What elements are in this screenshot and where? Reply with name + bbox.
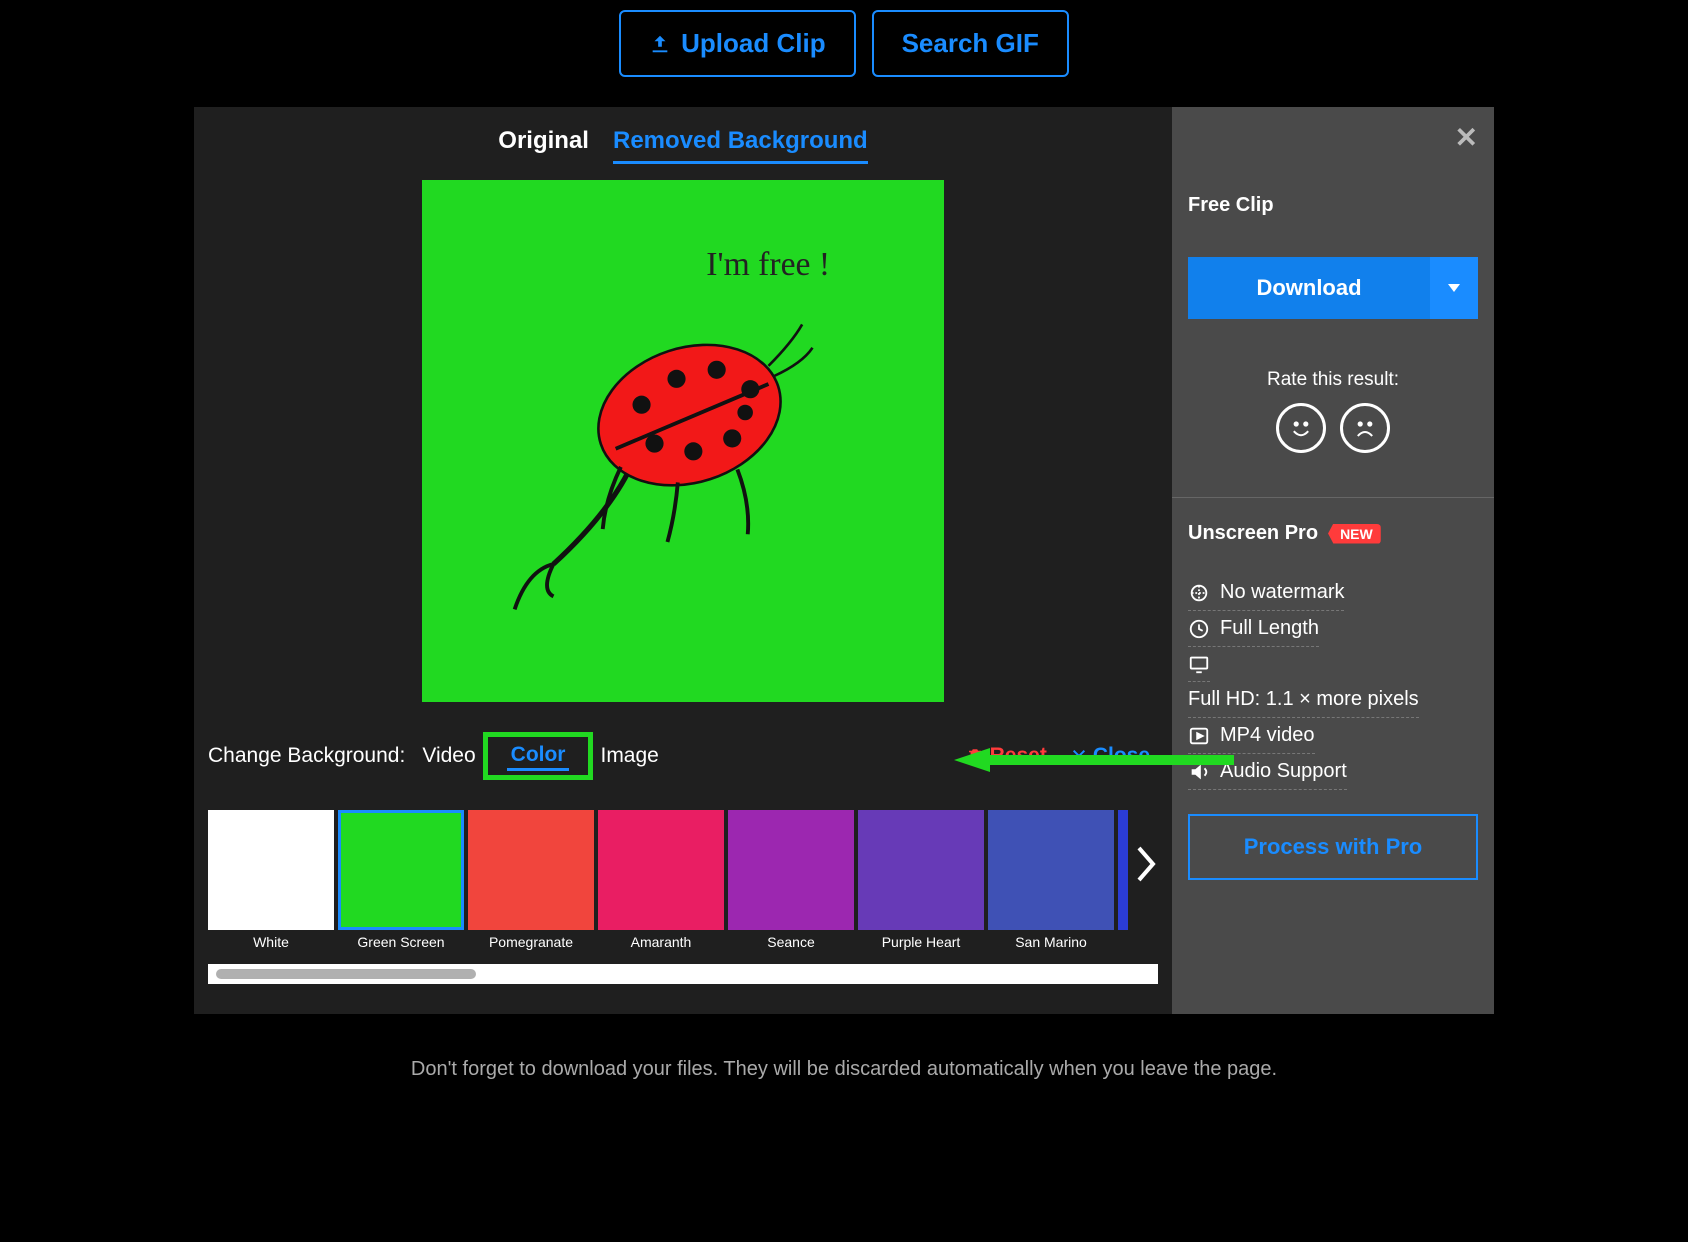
close-button[interactable]: Close [1071, 744, 1150, 768]
close-icon [1071, 748, 1087, 764]
reset-button[interactable]: Reset [966, 744, 1047, 768]
swatch-amaranth[interactable]: Amaranth [598, 810, 724, 950]
swatch-green-screen[interactable]: Green Screen [338, 810, 464, 950]
change-background-label: Change Background: [208, 744, 405, 768]
swatch-san-marino[interactable]: San Marino [988, 810, 1114, 950]
color-swatch-list: White Green Screen Pomegranate Amaranth … [208, 810, 1158, 950]
swatch-white[interactable]: White [208, 810, 334, 950]
ladybug-illustration: I'm free ! [424, 182, 942, 700]
download-dropdown[interactable] [1430, 257, 1478, 319]
swatch-next-partial [1118, 810, 1128, 950]
upload-clip-label: Upload Clip [681, 28, 825, 59]
swatch-scroll-right[interactable] [1132, 844, 1158, 895]
rate-label: Rate this result: [1188, 369, 1478, 391]
tab-removed-background[interactable]: Removed Background [613, 127, 868, 164]
trash-icon [966, 747, 984, 765]
upload-icon [649, 33, 671, 55]
feature-full-length: Full Length [1188, 611, 1319, 647]
bg-tab-image[interactable]: Image [596, 742, 662, 770]
preview-caption: I'm free ! [706, 246, 830, 283]
search-gif-button[interactable]: Search GIF [872, 10, 1069, 77]
scrollbar-thumb[interactable] [216, 969, 476, 979]
process-with-pro-button[interactable]: Process with Pro [1188, 814, 1478, 880]
clock-icon [1188, 618, 1210, 640]
footer-note: Don't forget to download your files. The… [0, 1058, 1688, 1081]
upload-clip-button[interactable]: Upload Clip [619, 10, 855, 77]
divider [1172, 497, 1494, 498]
speaker-icon [1188, 761, 1210, 783]
frown-icon [1349, 412, 1381, 444]
monitor-icon [1188, 653, 1210, 675]
bg-tab-video[interactable]: Video [418, 742, 479, 770]
free-clip-title: Free Clip [1188, 194, 1478, 217]
feature-hd-icon-row [1188, 647, 1210, 682]
swatch-scrollbar[interactable] [208, 964, 1158, 984]
download-button[interactable]: Download [1188, 257, 1430, 319]
search-gif-label: Search GIF [902, 28, 1039, 59]
swatch-seance[interactable]: Seance [728, 810, 854, 950]
rate-sad-button[interactable] [1340, 403, 1390, 453]
rate-happy-button[interactable] [1276, 403, 1326, 453]
preview-canvas: I'm free ! [422, 180, 944, 702]
bg-tab-color[interactable]: Color [507, 741, 570, 771]
feature-full-hd: Full HD: 1.1 × more pixels [1188, 682, 1419, 718]
caret-down-icon [1448, 284, 1460, 292]
panel-close-button[interactable]: ✕ [1455, 121, 1478, 154]
chevron-right-icon [1132, 844, 1158, 884]
editor-panel: Original Removed Background I'm free ! [194, 107, 1494, 1014]
sparkle-icon [1188, 582, 1210, 604]
pro-title: Unscreen Pro [1188, 522, 1318, 545]
feature-no-watermark: No watermark [1188, 575, 1344, 611]
feature-audio: Audio Support [1188, 754, 1347, 790]
swatch-purple-heart[interactable]: Purple Heart [858, 810, 984, 950]
feature-mp4: MP4 video [1188, 718, 1315, 754]
new-badge: NEW [1328, 524, 1381, 544]
tab-original[interactable]: Original [498, 127, 589, 164]
play-icon [1188, 725, 1210, 747]
annotation-highlight: Color [483, 732, 594, 780]
swatch-pomegranate[interactable]: Pomegranate [468, 810, 594, 950]
smile-icon [1285, 412, 1317, 444]
